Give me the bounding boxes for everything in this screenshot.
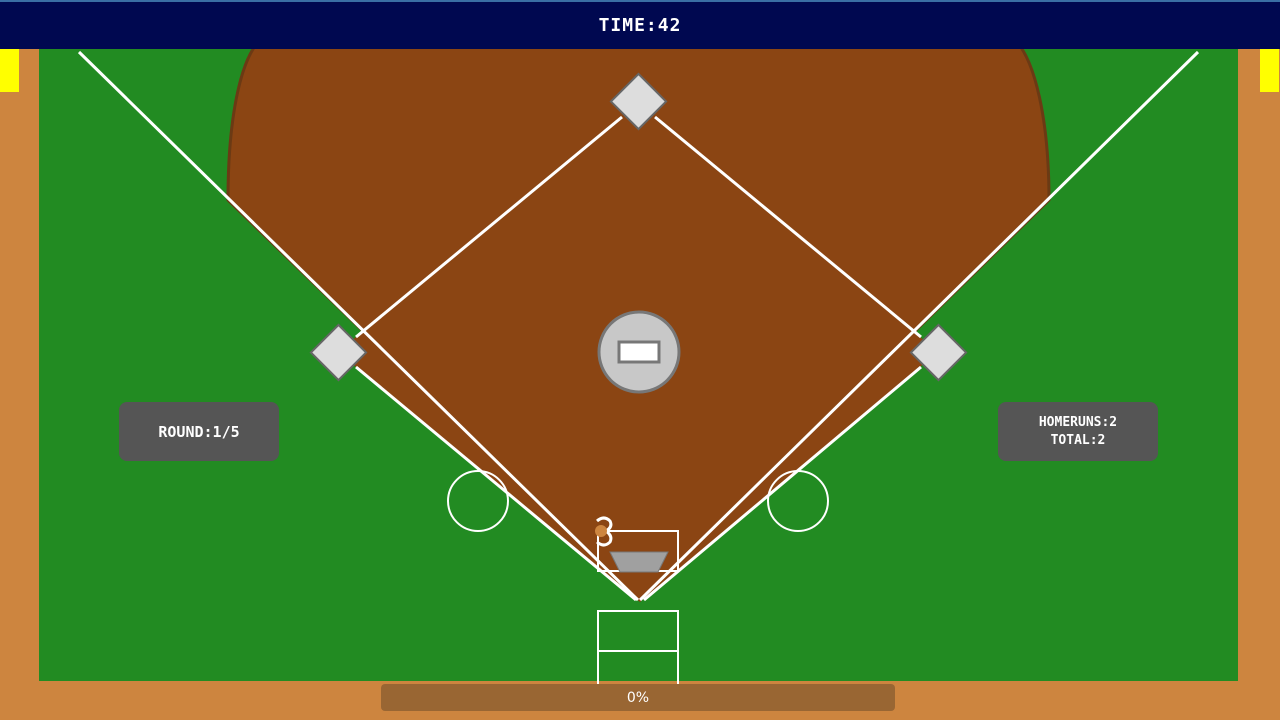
power-meter: 0%: [381, 684, 895, 711]
baseball-field: [39, 38, 1238, 692]
home-plate: [609, 551, 669, 573]
left-yellow-marker: [0, 49, 19, 92]
pitcher-mound-icon: [597, 310, 681, 394]
right-yellow-marker: [1260, 49, 1279, 92]
round-text: ROUND:1/5: [158, 422, 240, 441]
top-bar: TIME:42: [0, 0, 1280, 49]
total-text: TOTAL:2: [1050, 432, 1106, 448]
homeruns-text: HOMERUNS:2: [1038, 414, 1118, 430]
time-display: TIME:42: [598, 15, 682, 36]
baseball-icon[interactable]: [595, 525, 607, 537]
round-panel: ROUND:1/5: [119, 402, 279, 461]
power-meter-label: 0%: [626, 689, 650, 706]
score-panel: HOMERUNS:2 TOTAL:2: [998, 402, 1158, 461]
